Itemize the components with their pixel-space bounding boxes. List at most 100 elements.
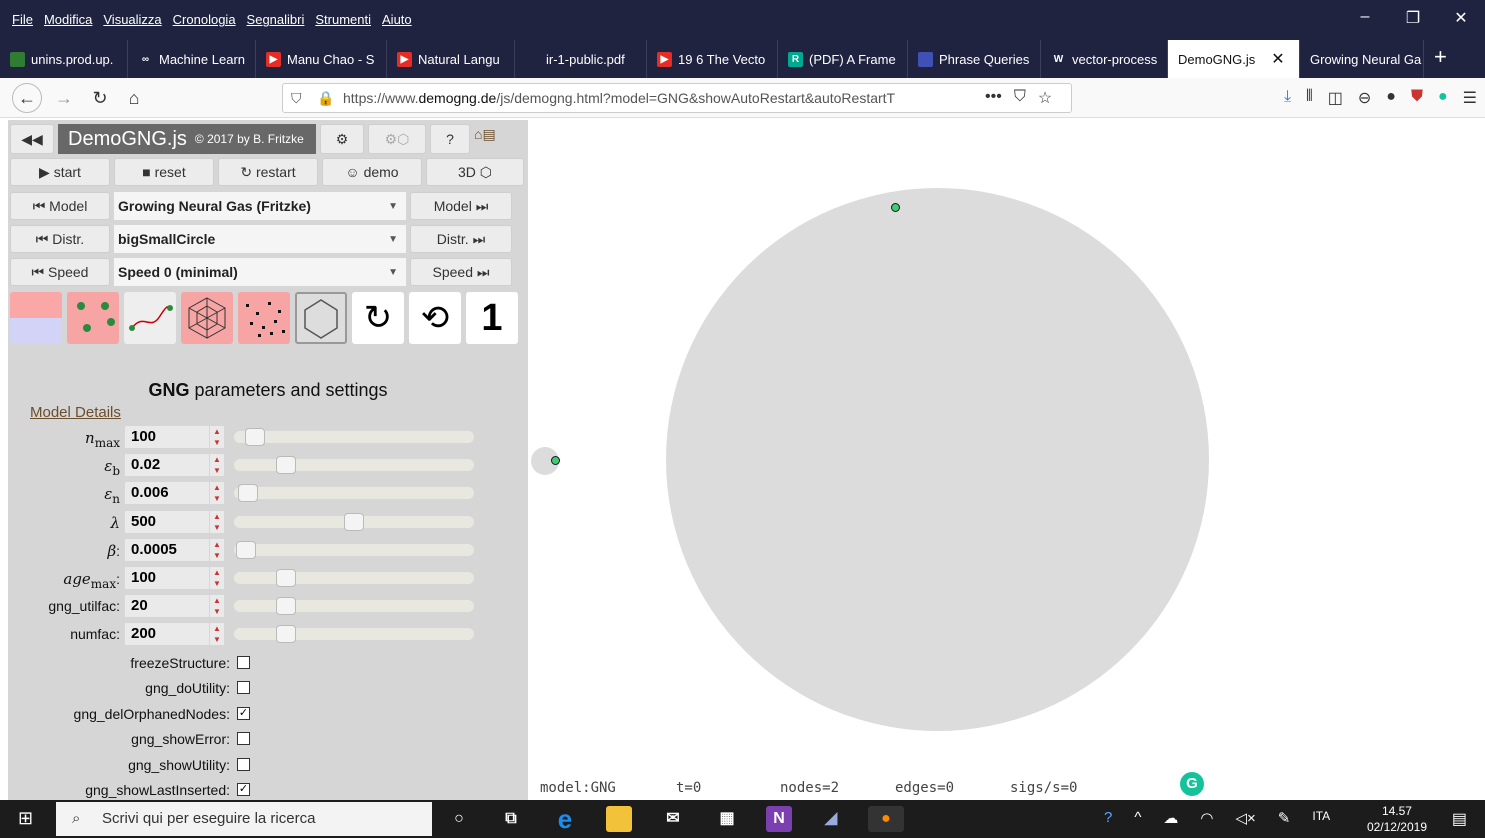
url-bar[interactable]: ⛉ 🔒 https://www.demogng.de/js/demogng.ht… [282,83,1072,113]
selector-dropdown[interactable]: bigSmallCircle ▼ [114,225,406,253]
new-tab-button[interactable]: + [1424,40,1457,78]
demo-button[interactable]: ☺ demo [322,158,422,186]
param-slider[interactable] [234,512,474,531]
restart-button[interactable]: ↻ restart [218,158,318,186]
param-input[interactable]: 200 [125,623,209,646]
selector-dropdown[interactable]: Growing Neural Gas (Fritzke) ▼ [114,192,406,220]
help-tray-icon[interactable]: ? [1104,809,1112,827]
browser-tab[interactable]: ∞ Machine Learn [128,40,256,78]
next-button[interactable]: Speed ⏭ [410,258,512,286]
mail-icon[interactable]: ✉ [660,806,686,832]
param-input[interactable]: 100 [125,567,209,589]
reload-button[interactable]: ↻ [86,84,114,112]
home-icon[interactable]: ⌂ [120,84,148,112]
prev-button[interactable]: ⏮ Distr. [10,225,110,253]
slider-thumb[interactable] [245,428,265,446]
simulation-canvas[interactable]: model:GNG t=0 nodes=2 edges=0 sigs/s=0 G [528,120,1485,800]
spinner-icon[interactable]: ▲ ▼ [210,595,224,618]
spinner-icon[interactable]: ▲ ▼ [210,510,224,533]
language-indicator[interactable]: ITA [1312,809,1330,827]
clock[interactable]: 14.57 02/12/2019 [1367,803,1427,835]
slider-thumb[interactable] [275,597,296,616]
minimize-icon[interactable]: – [1341,8,1389,28]
checkbox[interactable] [237,656,250,669]
volume-icon[interactable]: ◁× [1235,809,1255,827]
ublock-icon[interactable]: ⛊ [1411,88,1423,108]
signal-regions-toggle[interactable] [10,292,62,344]
app-icon[interactable]: ◢ [818,806,844,832]
cortana-icon[interactable]: ○ [446,806,472,832]
param-input[interactable]: 0.006 [125,482,209,505]
browser-tab[interactable]: ir-1-public.pdf [515,40,647,78]
param-input[interactable]: 100 [125,426,209,448]
shield-icon[interactable]: ⛉ [291,84,302,112]
browser-tab[interactable]: ▶ 19 6 The Vecto [647,40,778,78]
onenote-icon[interactable]: N [766,806,792,832]
param-input[interactable]: 0.02 [125,454,209,477]
slider-thumb[interactable] [275,569,296,587]
next-button[interactable]: Model ⏭ [410,192,512,220]
browser-tab[interactable]: Wvector-process [1041,40,1168,78]
pocket-icon[interactable]: ⛉ [1014,88,1026,108]
menu-item[interactable]: Modifica [44,12,92,27]
model-gears-icon[interactable]: ⚙⬡ [368,124,426,154]
browser-tab[interactable]: Phrase Queries [908,40,1041,78]
slider-thumb[interactable] [344,512,364,531]
browser-tab[interactable]: Growing Neural Ga [1300,40,1424,78]
menu-item[interactable]: Visualizza [103,12,161,27]
checkbox[interactable] [237,681,250,695]
menu-item[interactable]: File [12,12,33,27]
firefox-icon[interactable]: ● [868,806,904,832]
param-input[interactable]: 20 [125,595,209,618]
grammarly-icon[interactable]: ● [1438,88,1448,108]
reset-button[interactable]: ■ reset [114,158,214,186]
browser-tab[interactable]: R (PDF) A Frame [778,40,908,78]
spinner-icon[interactable]: ▲ ▼ [210,623,224,646]
checkbox[interactable] [237,757,250,771]
spinner-icon[interactable]: ▲ ▼ [210,482,224,505]
browser-tab[interactable]: ▶ Natural Langu [387,40,515,78]
pen-icon[interactable]: ✎ [1278,809,1291,827]
sidebar-icon[interactable]: ◫ [1328,88,1343,108]
close-icon[interactable]: ✕ [1437,8,1485,28]
param-slider[interactable] [234,540,474,559]
chevron-up-icon[interactable]: ^ [1134,809,1141,827]
download-icon[interactable]: ⤓ [1284,88,1291,108]
browser-tab[interactable]: DemoGNG.js ✕ [1168,40,1300,78]
edge-icon[interactable]: e [552,806,578,832]
3d-button[interactable]: 3D ⬡ [426,158,524,186]
loop-icon[interactable]: ⟲ [409,292,461,344]
prev-button[interactable]: ⏮ Model [10,192,110,220]
hamburger-menu-icon[interactable]: ☰ [1463,88,1477,108]
extension-icon[interactable]: ● [1386,88,1396,108]
param-slider[interactable] [234,428,474,446]
param-slider[interactable] [234,597,474,616]
settings-gear-icon[interactable]: ⚙ [320,124,364,154]
spinner-icon[interactable]: ▲ ▼ [210,538,224,561]
checkbox[interactable] [237,732,250,746]
next-button[interactable]: Distr. ⏭ [410,225,512,253]
param-slider[interactable] [234,625,474,644]
star-icon[interactable]: ☆ [1038,88,1052,108]
prev-button[interactable]: ⏮ Speed [10,258,110,286]
collapse-button[interactable]: ◀◀ [10,124,54,154]
wifi-icon[interactable]: ◠ [1200,809,1213,827]
back-button[interactable]: ← [12,83,42,113]
library-icon[interactable]: ⫴ [1306,88,1313,108]
model-details-link[interactable]: Model Details [30,404,121,421]
task-view-icon[interactable]: ⧉ [498,806,524,832]
checkbox[interactable]: ✓ [237,783,250,796]
start-button[interactable]: ▶ start [10,158,110,186]
auto-restart-icon[interactable]: ↻ [352,292,404,344]
calculator-icon[interactable]: ▦ [714,806,740,832]
file-explorer-icon[interactable] [606,806,632,832]
nodes-toggle[interactable] [67,292,119,344]
signals-toggle[interactable] [238,292,290,344]
tab-close-icon[interactable]: ✕ [1271,49,1284,69]
spinner-icon[interactable]: ▲ ▼ [210,454,224,477]
step-counter[interactable]: 1 [466,292,518,344]
param-slider[interactable] [234,569,474,587]
more-icon[interactable]: ••• [985,88,1002,108]
param-input[interactable]: 0.0005 [125,538,209,561]
spinner-icon[interactable]: ▲ ▼ [210,567,224,589]
